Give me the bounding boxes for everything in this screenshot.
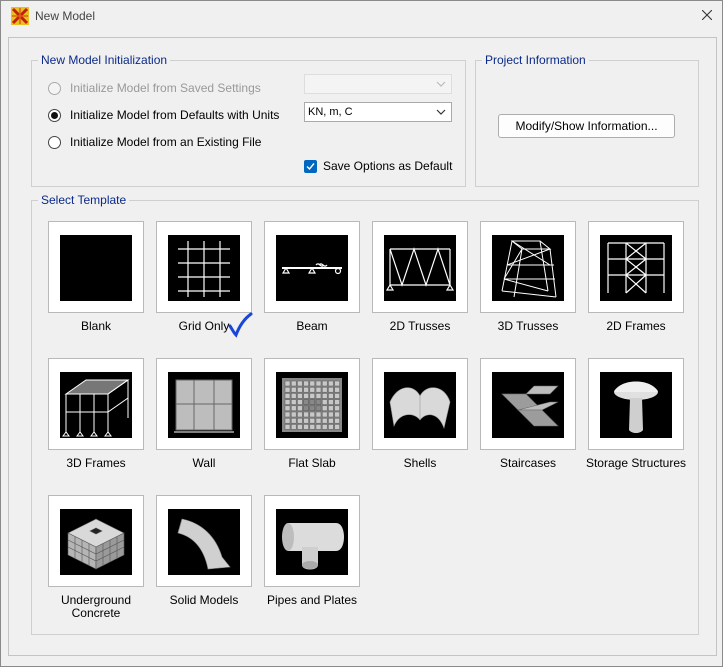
project-info-label: Project Information xyxy=(482,53,589,67)
beam-icon xyxy=(276,235,348,301)
frame-2d-icon xyxy=(600,235,672,301)
close-button[interactable] xyxy=(692,1,722,31)
dialog-content: New Model Initialization Initialize Mode… xyxy=(8,37,717,656)
units-dropdown[interactable]: KN, m, C xyxy=(304,102,452,122)
wall-icon xyxy=(168,372,240,438)
staircase-icon xyxy=(492,372,564,438)
frame-3d-icon xyxy=(60,372,132,438)
radio-button[interactable] xyxy=(48,135,61,149)
select-template-label: Select Template xyxy=(38,193,130,207)
radio-defaults-with-units[interactable]: Initialize Model from Defaults with Unit… xyxy=(48,108,279,122)
truss-3d-icon xyxy=(492,235,564,301)
save-default-label: Save Options as Default xyxy=(323,159,453,173)
project-info-group: Project Information Modify/Show Informat… xyxy=(475,53,699,187)
template-label: 2D Trusses xyxy=(389,319,451,333)
template-label: Underground Concrete xyxy=(60,593,132,620)
save-default-checkbox[interactable] xyxy=(304,159,317,173)
template-label: Storage Structures xyxy=(585,456,687,470)
saved-settings-dropdown[interactable] xyxy=(304,74,452,94)
select-template-group: Select Template Blank Grid Only Beam 2D … xyxy=(31,193,699,635)
template-storage-structures[interactable] xyxy=(588,358,684,450)
truss-2d-icon xyxy=(384,235,456,301)
template-3d-frames[interactable] xyxy=(48,358,144,450)
template-blank[interactable] xyxy=(48,221,144,313)
template-label: 2D Frames xyxy=(606,319,666,333)
template-2d-frames[interactable] xyxy=(588,221,684,313)
radio-saved-settings[interactable]: Initialize Model from Saved Settings xyxy=(48,81,261,95)
template-label: Solid Models xyxy=(169,593,239,607)
template-shells[interactable] xyxy=(372,358,468,450)
app-logo-icon xyxy=(11,7,29,25)
template-underground-concrete[interactable] xyxy=(48,495,144,587)
check-icon xyxy=(306,162,315,170)
chevron-down-icon xyxy=(435,77,447,91)
template-label: Shells xyxy=(403,456,437,470)
template-beam[interactable] xyxy=(264,221,360,313)
underground-concrete-icon xyxy=(60,509,132,575)
flat-slab-icon xyxy=(276,372,348,438)
chevron-down-icon xyxy=(435,105,447,119)
template-label: Pipes and Plates xyxy=(266,593,358,607)
new-model-dialog: New Model New Model Initialization Initi… xyxy=(0,0,723,667)
template-label: Flat Slab xyxy=(288,456,336,470)
template-label: Blank xyxy=(80,319,112,333)
template-label: 3D Trusses xyxy=(497,319,559,333)
radio-label: Initialize Model from Defaults with Unit… xyxy=(70,108,280,122)
template-wall[interactable] xyxy=(156,358,252,450)
template-solid-models[interactable] xyxy=(156,495,252,587)
window-title: New Model xyxy=(35,9,96,23)
template-grid-only[interactable] xyxy=(156,221,252,313)
template-flat-slab[interactable] xyxy=(264,358,360,450)
shells-icon xyxy=(384,372,456,438)
title-bar: New Model xyxy=(1,1,722,31)
radio-button[interactable] xyxy=(48,108,61,122)
handwritten-checkmark-icon xyxy=(227,311,253,339)
radio-button[interactable] xyxy=(48,81,61,95)
template-staircases[interactable] xyxy=(480,358,576,450)
modify-show-information-button[interactable]: Modify/Show Information... xyxy=(498,114,675,138)
init-group-label: New Model Initialization xyxy=(38,53,171,67)
storage-structure-icon xyxy=(600,372,672,438)
units-value: KN, m, C xyxy=(308,106,353,118)
template-2d-trusses[interactable] xyxy=(372,221,468,313)
template-label: Staircases xyxy=(499,456,557,470)
radio-existing-file[interactable]: Initialize Model from an Existing File xyxy=(48,135,261,149)
template-3d-trusses[interactable] xyxy=(480,221,576,313)
grid-icon xyxy=(168,235,240,301)
radio-label: Initialize Model from Saved Settings xyxy=(70,81,261,95)
template-label: Beam xyxy=(296,319,328,333)
save-default-checkbox-row[interactable]: Save Options as Default xyxy=(304,159,452,173)
radio-label: Initialize Model from an Existing File xyxy=(70,135,262,149)
solid-model-icon xyxy=(168,509,240,575)
blank-icon xyxy=(60,235,132,301)
close-icon xyxy=(701,9,713,23)
template-label: 3D Frames xyxy=(66,456,126,470)
template-pipes-and-plates[interactable] xyxy=(264,495,360,587)
init-group: New Model Initialization Initialize Mode… xyxy=(31,53,466,187)
pipes-plates-icon xyxy=(276,509,348,575)
template-label: Wall xyxy=(192,456,216,470)
